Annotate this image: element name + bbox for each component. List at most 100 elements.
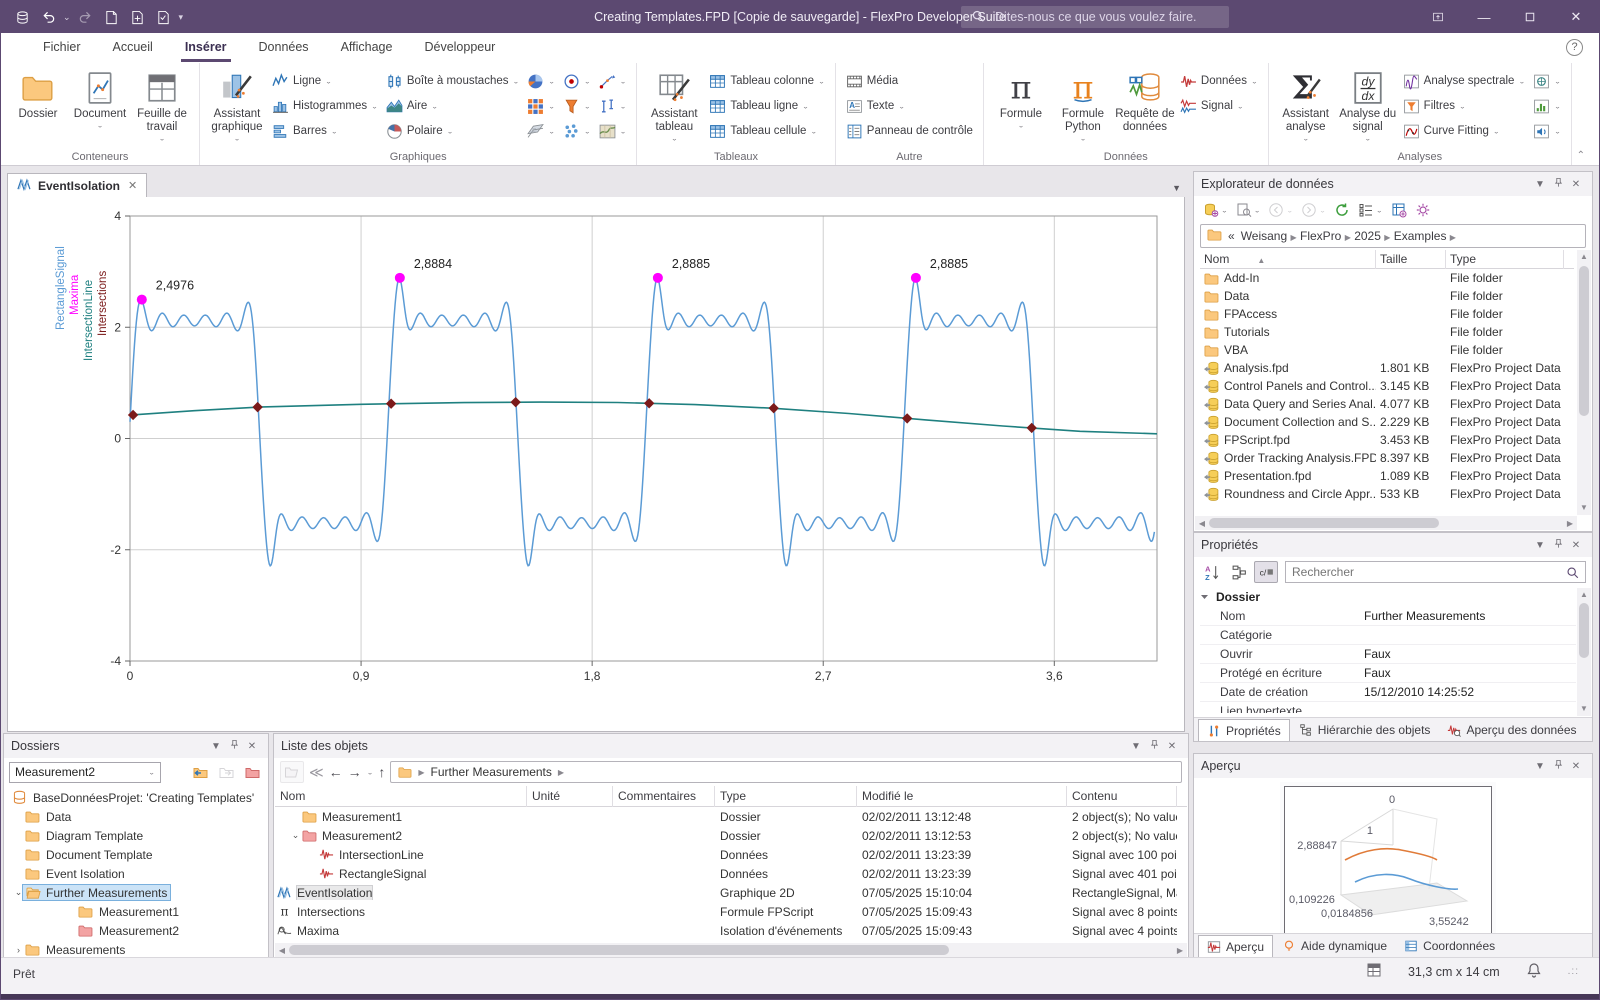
tree-expander[interactable]: › <box>12 945 25 955</box>
tree-item-data[interactable]: Data <box>4 807 268 826</box>
import-folder-icon[interactable] <box>189 761 211 783</box>
ribbon-tab-fichier[interactable]: Fichier <box>27 33 97 63</box>
tab-aide-dynamique[interactable]: Aide dynamique <box>1274 935 1395 957</box>
property-row[interactable]: Date de création 15/12/2010 14:25:52 <box>1200 683 1576 702</box>
explorer-breadcrumb[interactable]: « Weisang ▶ FlexPro ▶ 2025 ▶ Examples ▶ <box>1200 224 1586 248</box>
file-row[interactable]: FPScript.fpd 3.453 KB FlexPro Project Da… <box>1200 431 1574 449</box>
panel-menu-icon[interactable]: ▼ <box>1531 540 1549 551</box>
explorer-hscrollbar[interactable]: ◀ ▶ <box>1195 516 1577 530</box>
close-icon[interactable]: ✕ <box>1163 741 1181 752</box>
resize-grip[interactable]: .:: <box>1568 966 1579 977</box>
property-row[interactable]: Nom Further Measurements <box>1200 607 1576 626</box>
file-row[interactable]: Presentation.fpd 1.089 KB FlexPro Projec… <box>1200 467 1574 485</box>
sort-az-icon[interactable]: AZ <box>1200 561 1224 583</box>
breadcrumb-segment[interactable]: Weisang <box>1241 229 1287 243</box>
ribbon-tab-développeur[interactable]: Développeur <box>408 33 511 63</box>
pin-icon[interactable] <box>1145 739 1163 753</box>
properties-search-input[interactable] <box>1292 565 1566 579</box>
folder-selector-combobox[interactable]: Measurement2 ⌄ <box>9 761 161 783</box>
column-header-type[interactable]: Type <box>1446 249 1564 269</box>
tab-aper-u[interactable]: Aperçu <box>1198 935 1274 957</box>
file-row[interactable]: Document Collection and S... 2.229 KB Fl… <box>1200 413 1574 431</box>
forward-icon[interactable]: → <box>348 764 362 780</box>
ribbon-tab-données[interactable]: Données <box>243 33 325 63</box>
export-folder-icon[interactable] <box>215 761 237 783</box>
tree-item-measurement2[interactable]: Measurement2 <box>4 921 268 940</box>
breadcrumb-segment[interactable]: Examples <box>1394 229 1447 243</box>
row-expander[interactable]: ⌄ <box>289 830 302 841</box>
ribbon-button-tableau-colonne[interactable]: Tableau colonne ⌄ <box>705 69 828 93</box>
panel-menu-icon[interactable]: ▼ <box>1531 761 1549 772</box>
ribbon-button-dossier[interactable]: Dossier <box>7 68 69 146</box>
file-row[interactable]: VBA File folder <box>1200 341 1574 359</box>
pin-icon[interactable] <box>1549 177 1567 191</box>
file-row[interactable]: Control Panels and Control... 3.145 KB F… <box>1200 377 1574 395</box>
ribbon-button-polaire[interactable]: Polaire ⌄ <box>382 119 523 143</box>
tree-item-document-template[interactable]: Document Template <box>4 845 268 864</box>
ribbon-button-signal[interactable]: Signal ⌄ <box>1176 94 1262 118</box>
panel-menu-icon[interactable]: ▼ <box>1127 741 1145 752</box>
settings-gear-icon[interactable] <box>1412 199 1434 221</box>
objects-hscrollbar[interactable]: ◀ ▶ <box>275 943 1187 957</box>
notifications-bell-icon[interactable] <box>1526 962 1542 981</box>
data-source-button[interactable]: ⌄ <box>1200 199 1231 221</box>
history-icon[interactable]: ≪ <box>309 764 324 781</box>
property-row[interactable]: Catégorie <box>1200 626 1576 645</box>
tab-eventisolation[interactable]: EventIsolation ✕ <box>7 173 148 197</box>
ribbon-button-errorbar[interactable]: ⌄ <box>595 94 631 118</box>
object-breadcrumb[interactable]: ▶ Further Measurements ▶ <box>390 761 1182 783</box>
ribbon-button-funnel[interactable]: ⌄ <box>559 94 595 118</box>
column-header-nom[interactable]: Nom <box>275 785 527 807</box>
minimize-button[interactable]: — <box>1461 1 1507 33</box>
tree-item-diagram-template[interactable]: Diagram Template <box>4 826 268 845</box>
ribbon-button-formule[interactable]: π Formule ⌄ <box>990 68 1052 146</box>
column-header-type[interactable]: Type <box>715 785 857 807</box>
property-group-header[interactable]: Dossier <box>1200 587 1576 607</box>
object-row-rectanglesignal[interactable]: RectangleSignal Données 02/02/2011 13:23… <box>275 864 1187 883</box>
ribbon-button-texte[interactable]: A Texte ⌄ <box>842 94 977 118</box>
ribbon-button-dotplot[interactable]: ⌄ <box>559 119 595 143</box>
ribbon-button-panneau-de-contr-le[interactable]: Panneau de contrôle <box>842 119 977 143</box>
panel-menu-icon[interactable]: ▼ <box>207 741 225 752</box>
pin-icon[interactable] <box>1549 538 1567 552</box>
breadcrumb-segment[interactable]: FlexPro <box>1300 229 1341 243</box>
ribbon-tab-accueil[interactable]: Accueil <box>97 33 169 63</box>
open-folder-button[interactable] <box>280 761 304 783</box>
close-icon[interactable]: ✕ <box>1567 179 1585 190</box>
tab-coordonn-es[interactable]: Coordonnées <box>1396 935 1503 957</box>
ribbon-button-tableau-ligne[interactable]: Tableau ligne ⌄ <box>705 94 828 118</box>
ribbon-button-assistant[interactable]: Σ Assistant analyse ⌄ <box>1275 68 1337 146</box>
object-row-measurement1[interactable]: Measurement1 Dossier 02/02/2011 13:12:48… <box>275 807 1187 826</box>
object-row-intersectionline[interactable]: IntersectionLine Données 02/02/2011 13:2… <box>275 845 1187 864</box>
ribbon-tab-affichage[interactable]: Affichage <box>325 33 409 63</box>
column-header-commentaires[interactable]: Commentaires <box>613 785 715 807</box>
file-row[interactable]: Roundness and Circle Appr... 533 KB Flex… <box>1200 485 1574 503</box>
close-icon[interactable]: ✕ <box>243 741 261 752</box>
file-row[interactable]: Add-In File folder <box>1200 269 1574 287</box>
ribbon-button-bubble[interactable]: ⌄ <box>559 69 595 93</box>
preview-button[interactable]: ⌄ <box>1233 199 1264 221</box>
ribbon-tab-insérer[interactable]: Insérer <box>169 33 243 63</box>
ribbon-button-document[interactable]: Document ⌄ <box>69 68 131 146</box>
back-icon[interactable]: ← <box>329 764 343 780</box>
close-icon[interactable]: ✕ <box>1567 761 1585 772</box>
ribbon-button-requ-te-de[interactable]: Requête de données <box>1114 68 1176 146</box>
selected-tree-item[interactable]: Further Measurements <box>22 884 172 901</box>
tell-me-search[interactable]: Dites-nous ce que vous voulez faire. <box>961 6 1229 28</box>
tab-aper-u-des-donn-es[interactable]: Aperçu des données <box>1439 719 1584 741</box>
ribbon-button-donn-es[interactable]: Données ⌄ <box>1176 69 1262 93</box>
ribbon-button-formule[interactable]: π Formule Python ⌄ <box>1052 68 1114 146</box>
tree-root[interactable]: BaseDonnéesProjet: 'Creating Templates' <box>4 788 268 807</box>
ribbon-button-stats[interactable]: ⌄ <box>1529 69 1565 93</box>
index-button[interactable] <box>1388 199 1410 221</box>
close-icon[interactable]: ✕ <box>1567 540 1585 551</box>
tree-item-further-measurements[interactable]: ⌄ Further Measurements <box>4 883 268 902</box>
new-folder-red-icon[interactable] <box>241 761 263 783</box>
forward-button[interactable]: ⌄ <box>1298 199 1329 221</box>
refresh-button[interactable] <box>1331 199 1353 221</box>
collapse-ribbon-icon[interactable]: ⌃ <box>1577 150 1585 161</box>
tree-item-measurement1[interactable]: Measurement1 <box>4 902 268 921</box>
tab-list-dropdown-icon[interactable]: ▼ <box>1172 183 1181 193</box>
column-header-unit-[interactable]: Unité <box>527 785 613 807</box>
tab-close-icon[interactable]: ✕ <box>128 179 137 192</box>
